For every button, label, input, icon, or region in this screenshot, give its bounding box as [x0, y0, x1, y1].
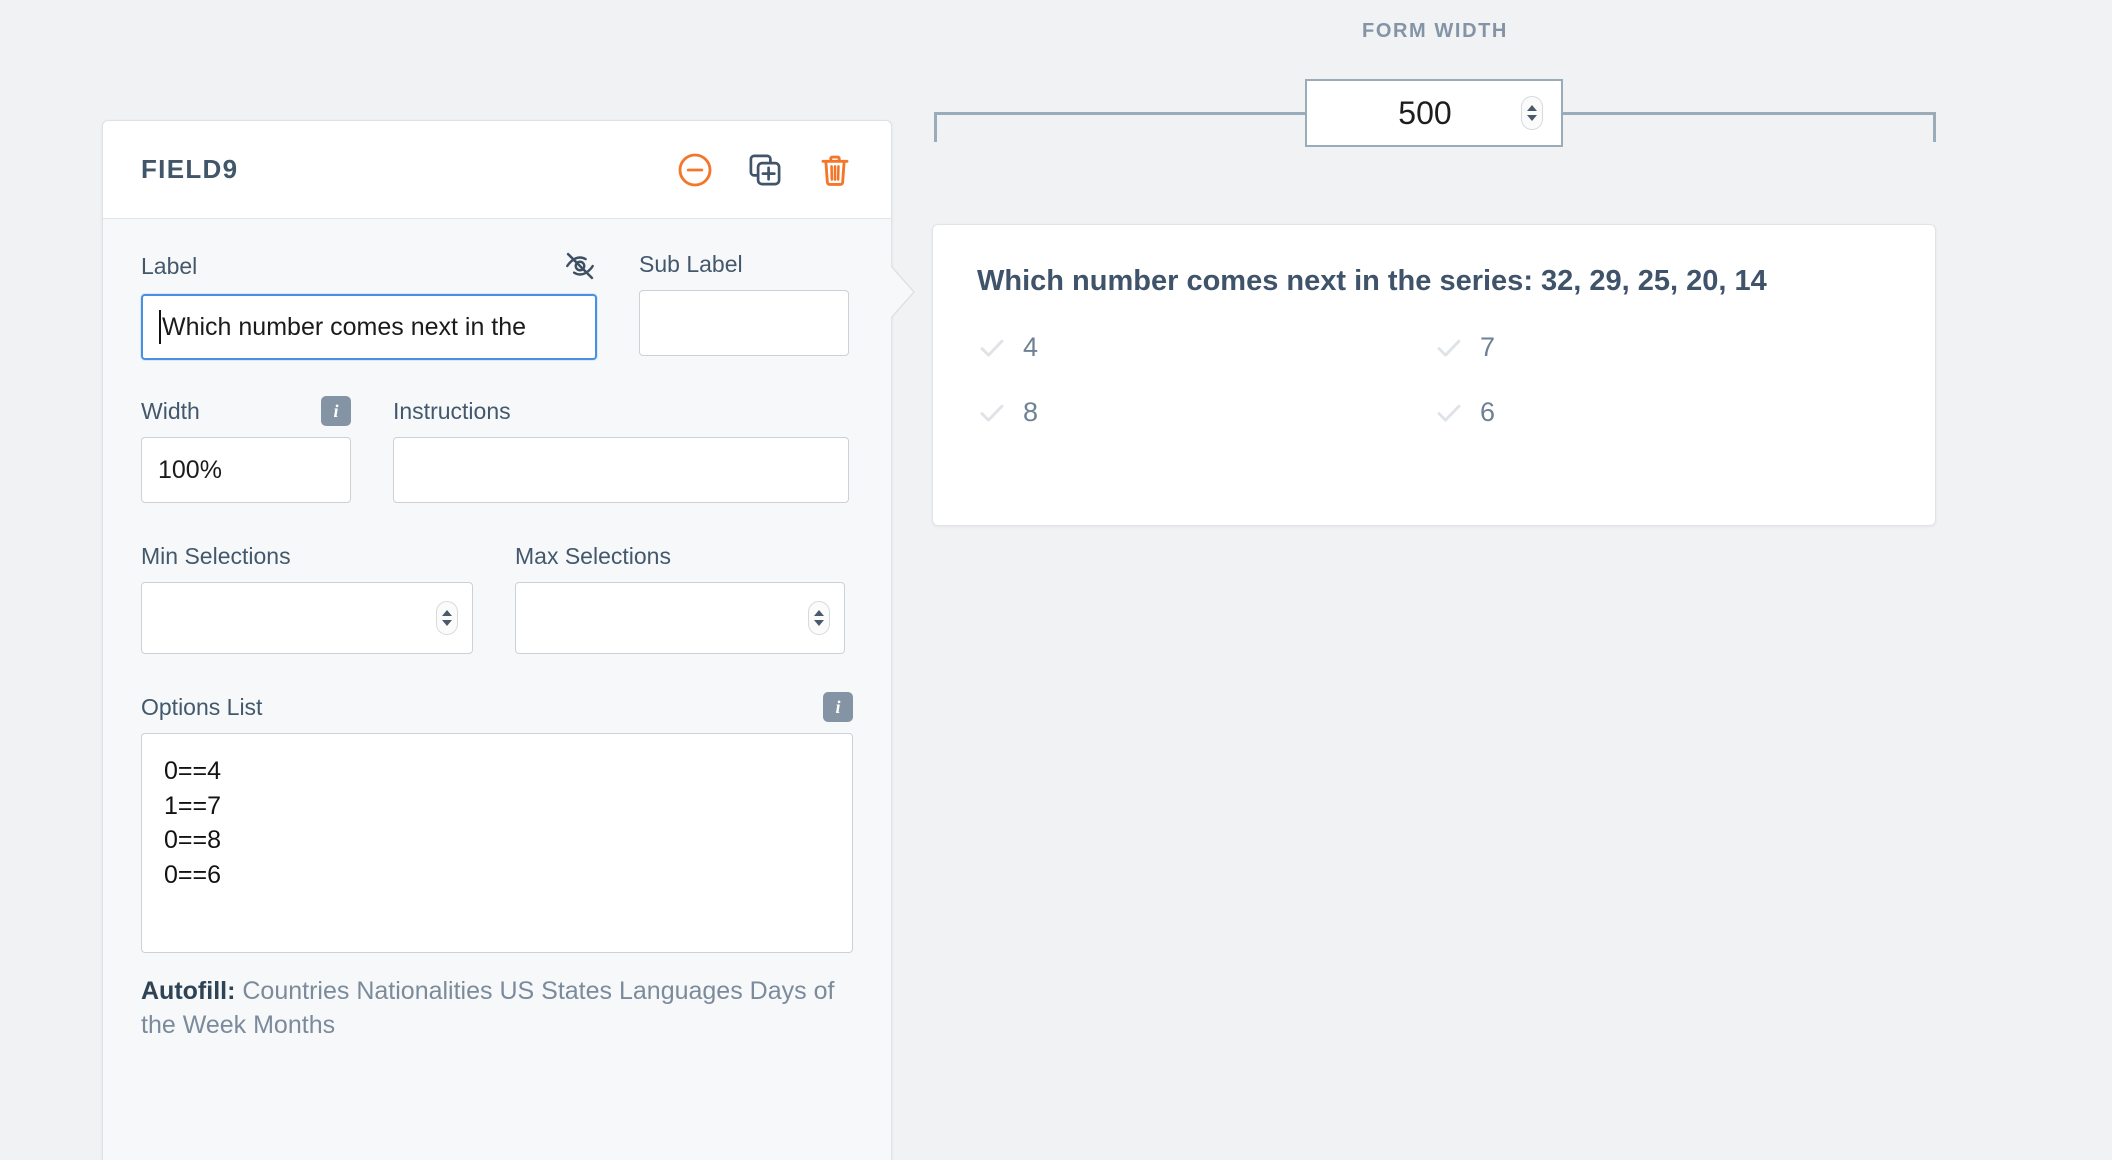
- sub-label-field-label: Sub Label: [639, 249, 849, 279]
- label-field-label: Label: [141, 249, 597, 283]
- width-input[interactable]: 100%: [141, 437, 351, 503]
- label-input-value: Which number comes next in the: [162, 312, 527, 341]
- check-icon[interactable]: [1434, 333, 1464, 363]
- chevron-down-icon[interactable]: [442, 620, 452, 626]
- max-selections-group: Max Selections: [515, 541, 845, 654]
- label-input[interactable]: Which number comes next in the: [141, 294, 597, 360]
- min-selections-text: Min Selections: [141, 542, 291, 569]
- check-icon[interactable]: [977, 333, 1007, 363]
- max-selections-input[interactable]: [515, 582, 845, 654]
- width-row: Width i 100% Instructions: [141, 396, 853, 503]
- options-list-group: Options List i 0==4 1==7 0==8 0==6: [141, 692, 853, 953]
- options-list-text: Options List: [141, 693, 263, 720]
- max-selections-text: Max Selections: [515, 542, 671, 569]
- chevron-down-icon[interactable]: [814, 620, 824, 626]
- instructions-input[interactable]: [393, 437, 849, 503]
- page-title: FIELD9: [141, 154, 239, 184]
- form-width-stepper[interactable]: [1521, 96, 1543, 130]
- check-icon[interactable]: [1434, 398, 1464, 428]
- chevron-up-icon[interactable]: [1527, 105, 1537, 111]
- autofill-link-months[interactable]: Months: [253, 1011, 335, 1039]
- width-group: Width i 100%: [141, 396, 351, 503]
- instructions-text: Instructions: [393, 397, 511, 424]
- options-list-textarea[interactable]: 0==4 1==7 0==8 0==6: [141, 733, 853, 953]
- chevron-up-icon[interactable]: [814, 610, 824, 616]
- label-text: Label: [141, 252, 198, 279]
- instructions-field-label: Instructions: [393, 396, 849, 426]
- autofill-link-us-states[interactable]: US States: [499, 977, 612, 1005]
- info-icon[interactable]: i: [321, 396, 351, 426]
- duplicate-icon[interactable]: [747, 152, 783, 188]
- sub-label-text: Sub Label: [639, 250, 743, 277]
- autofill-link-languages[interactable]: Languages: [619, 977, 743, 1005]
- preview-question: Which number comes next in the series: 3…: [977, 265, 1767, 297]
- info-icon[interactable]: i: [823, 692, 853, 722]
- delete-icon[interactable]: [817, 152, 853, 188]
- autofill-link-nationalities[interactable]: Nationalities: [356, 977, 492, 1005]
- preview-option-label: 8: [1023, 397, 1039, 427]
- width-field-label: Width i: [141, 396, 351, 426]
- min-selections-input[interactable]: [141, 582, 473, 654]
- autofill-row: Autofill: Countries Nationalities US Sta…: [141, 975, 853, 1042]
- preview-option-label: 7: [1480, 332, 1496, 362]
- app-root: FORM WIDTH 500 FIELD9 Label Which number…: [0, 0, 2112, 1160]
- min-selections-group: Min Selections: [141, 541, 473, 654]
- selections-row: Min Selections Max Selections: [141, 541, 853, 654]
- preview-option-3[interactable]: 8: [977, 397, 1434, 428]
- form-width-control: FORM WIDTH 500: [932, 20, 1938, 147]
- preview-option-4[interactable]: 6: [1434, 397, 1891, 428]
- panel-pointer-nub: [890, 266, 913, 318]
- width-text: Width: [141, 397, 200, 424]
- preview-option-2[interactable]: 7: [1434, 332, 1891, 363]
- sub-label-group: Sub Label: [639, 249, 849, 360]
- width-input-value: 100%: [158, 455, 222, 484]
- preview-option-label: 4: [1023, 332, 1039, 362]
- max-selections-field-label: Max Selections: [515, 541, 845, 571]
- field-editor-panel: FIELD9 Label Which number comes next in …: [102, 120, 913, 1160]
- sub-label-input[interactable]: [639, 290, 849, 356]
- min-selections-stepper[interactable]: [436, 601, 458, 635]
- preview-option-label: 6: [1480, 397, 1496, 427]
- preview-option-1[interactable]: 4: [977, 332, 1434, 363]
- eye-slash-icon[interactable]: [563, 249, 597, 283]
- options-list-field-label: Options List i: [141, 692, 853, 722]
- form-width-label: FORM WIDTH: [1362, 20, 1508, 42]
- instructions-group: Instructions: [393, 396, 849, 503]
- label-row: Label Which number comes next in the Sub…: [141, 249, 853, 360]
- panel-header-actions: [677, 152, 853, 188]
- autofill-prefix: Autofill:: [141, 977, 236, 1005]
- max-selections-stepper[interactable]: [808, 601, 830, 635]
- min-selections-field-label: Min Selections: [141, 541, 473, 571]
- check-icon[interactable]: [977, 398, 1007, 428]
- panel-body: Label Which number comes next in the Sub…: [103, 219, 891, 1042]
- preview-options-grid: 4 7 8 6: [977, 332, 1891, 428]
- chevron-down-icon[interactable]: [1527, 115, 1537, 121]
- form-preview-card: Which number comes next in the series: 3…: [932, 224, 1936, 526]
- panel-header: FIELD9: [103, 121, 891, 219]
- chevron-up-icon[interactable]: [442, 610, 452, 616]
- autofill-links: Countries Nationalities US States Langua…: [141, 977, 834, 1039]
- form-width-value: 500: [1398, 95, 1452, 131]
- autofill-link-countries[interactable]: Countries: [242, 977, 349, 1005]
- text-caret: [159, 310, 161, 344]
- label-group: Label Which number comes next in the: [141, 249, 597, 360]
- collapse-icon[interactable]: [677, 152, 713, 188]
- form-width-input[interactable]: 500: [1305, 79, 1563, 147]
